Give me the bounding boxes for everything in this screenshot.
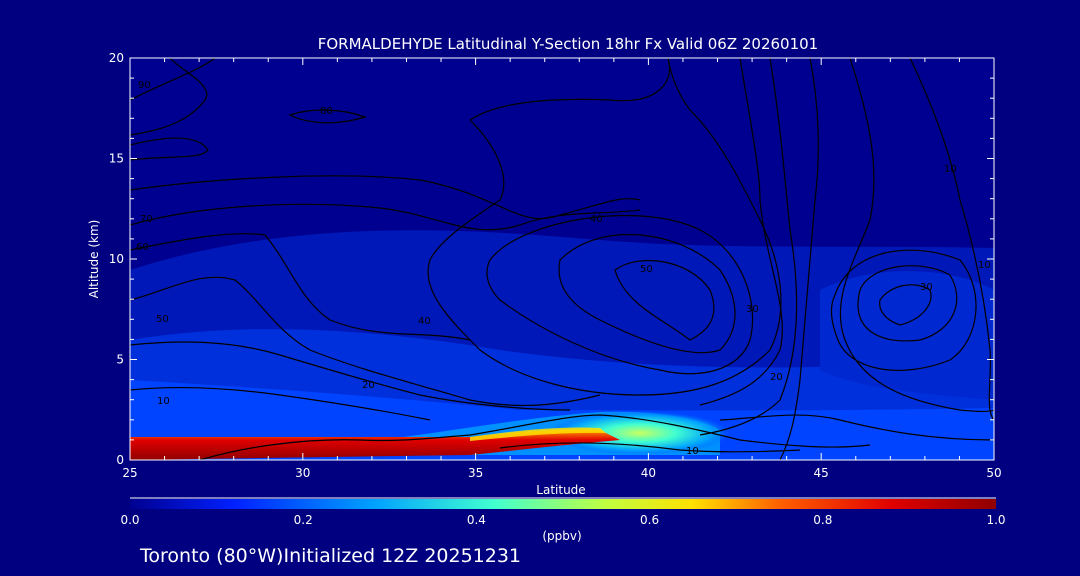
y-tick-label: 10 [109,252,124,266]
contour-label: 60 [136,242,149,253]
y-tick-label: 0 [116,453,124,467]
x-tick-label: 30 [295,466,310,480]
contour-label: 90 [138,80,151,91]
y-tick-label: 5 [116,353,124,367]
heatmap-field: 90 80 70 60 50 40 20 10 40 50 30 20 10 3… [130,58,994,460]
contour-label: 10 [157,396,170,407]
y-tick-label: 20 [109,51,124,65]
chart-canvas: FORMALDEHYDE Latitudinal Y-Section 18hr … [87,35,1006,567]
colorbar-unit-label: (ppbv) [542,529,581,543]
contour-label: 10 [686,446,699,457]
contour-label: 50 [156,314,169,325]
x-tick-label: 40 [641,466,656,480]
contour-label: 20 [770,372,783,383]
x-tick-label: 35 [468,466,483,480]
colorbar-tick-label: 0.8 [813,513,832,527]
contour-label: 30 [920,282,933,293]
colorbar [130,499,996,509]
y-tick-label: 15 [109,152,124,166]
colorbar-tick-label: 0.2 [294,513,313,527]
x-tick-label: 25 [122,466,137,480]
colorbar-tick-label: 0.0 [120,513,139,527]
contour-label: 20 [362,380,375,391]
contour-label: 50 [640,264,653,275]
x-tick-label: 45 [814,466,829,480]
y-axis-label: Altitude (km) [87,220,101,299]
contour-label: 10 [944,164,957,175]
x-tick-label: 50 [986,466,1001,480]
x-axis-label: Latitude [536,483,585,497]
colorbar-tick-label: 0.4 [467,513,486,527]
colorbar-ticks: 0.0 0.2 0.4 0.6 0.8 1.0 [120,513,1005,527]
colorbar-tick-label: 1.0 [986,513,1005,527]
contour-label: 70 [140,214,153,225]
contour-label: 10 [978,260,991,271]
contour-label: 30 [746,304,759,315]
chart-title: FORMALDEHYDE Latitudinal Y-Section 18hr … [318,35,818,53]
contour-label: 40 [590,214,603,225]
colorbar-tick-label: 0.6 [640,513,659,527]
contour-label: 40 [418,316,431,327]
contour-label: 80 [320,106,333,117]
footer-location: Toronto (80°W)Initialized 12Z 20251231 [139,545,521,567]
